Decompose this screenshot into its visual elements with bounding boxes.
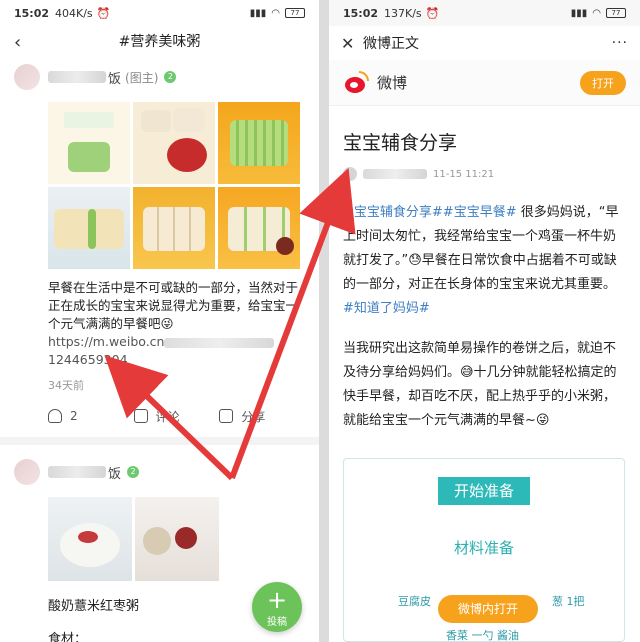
post-link[interactable]: https://m.weibo.cn bbox=[48, 333, 305, 351]
level-badge: 2 bbox=[127, 466, 140, 478]
ingredients-image[interactable] bbox=[135, 497, 219, 581]
article-text-paragraph: 当我研究出这款简单易操作的卷饼之后，就迫不及待分享给妈妈们。😅十几分钟就能轻松搞… bbox=[343, 341, 617, 428]
avatar[interactable] bbox=[14, 459, 40, 485]
status-time: 15:02 bbox=[14, 6, 50, 20]
hashtag-link[interactable]: #知道了妈妈# bbox=[343, 301, 430, 316]
battery-icon: 77 bbox=[285, 8, 305, 18]
like-button[interactable]: 2 bbox=[48, 409, 134, 423]
start-prep-badge: 开始准备 bbox=[438, 477, 530, 505]
close-icon[interactable]: ✕ bbox=[341, 34, 363, 53]
recipe-step-image[interactable] bbox=[48, 102, 130, 184]
post-time: 34天前 bbox=[48, 379, 84, 392]
status-bar: 15:02 404K/s ⏰ ▮▮▮ ◠ 77 bbox=[0, 0, 319, 26]
recipe-step-image[interactable] bbox=[133, 102, 215, 184]
username-suffix[interactable]: 饭 bbox=[108, 68, 121, 87]
avatar[interactable] bbox=[343, 167, 357, 181]
wifi-icon: ◠ bbox=[592, 7, 601, 19]
plus-icon: + bbox=[266, 586, 288, 614]
comment-button[interactable]: 评论 bbox=[133, 408, 220, 425]
signal-icon: ▮▮▮ bbox=[249, 7, 267, 19]
poster-role: (图主) bbox=[125, 70, 159, 85]
signal-icon: ▮▮▮ bbox=[570, 7, 588, 19]
material-qty: 葱 1把 bbox=[552, 595, 585, 608]
page-title: 微博正文 bbox=[363, 36, 419, 52]
share-label: 分享 bbox=[241, 409, 266, 424]
weibo-app-banner: 微博 打开 bbox=[329, 60, 640, 106]
topic-header: ‹ #营养美味粥 bbox=[0, 26, 319, 56]
left-phone-screen: 15:02 404K/s ⏰ ▮▮▮ ◠ 77 ‹ #营养美味粥 饭 (图主) … bbox=[0, 0, 319, 642]
article-body: #宝宝辅食分享##宝宝早餐# 很多妈妈说，“早上时间太匆忙，我经常给宝宝一个鸡蛋… bbox=[343, 201, 626, 433]
comment-label: 评论 bbox=[155, 409, 180, 424]
post-link-start[interactable]: https://m.weibo.cn bbox=[48, 334, 164, 349]
post-header: 饭 2 bbox=[14, 455, 305, 489]
comment-icon bbox=[133, 409, 148, 423]
hashtag-link[interactable]: #宝宝早餐# bbox=[443, 205, 517, 220]
wifi-icon: ◠ bbox=[271, 7, 280, 19]
alarm-icon: ⏰ bbox=[425, 6, 440, 20]
materials-title: 材料准备 bbox=[453, 539, 514, 557]
share-button[interactable]: 分享 bbox=[219, 408, 305, 425]
alarm-icon: ⏰ bbox=[96, 6, 111, 20]
blurred-username bbox=[48, 466, 106, 478]
status-time: 15:02 bbox=[343, 6, 379, 20]
article-topbar: ✕ 微博正文 ··· bbox=[329, 26, 640, 60]
post-separator bbox=[0, 437, 319, 445]
topic-title: #营养美味粥 bbox=[118, 34, 201, 50]
material-item: 豆腐皮 bbox=[398, 595, 431, 608]
material-item: 香菜 一勺 酱油 bbox=[446, 629, 519, 642]
back-arrow-icon[interactable]: ‹ bbox=[14, 32, 21, 53]
open-in-weibo-button[interactable]: 微博内打开 bbox=[438, 595, 538, 623]
post-text: 早餐在生活中是不可或缺的一部分，当然对于正在成长的宝宝来说显得尤为重要，给宝宝一… bbox=[48, 280, 299, 331]
blurred-link bbox=[164, 337, 275, 348]
porridge-image[interactable] bbox=[48, 497, 132, 581]
post-link-end[interactable]: 1244659304 bbox=[48, 351, 305, 369]
network-speed: 404K/s bbox=[55, 6, 93, 20]
blurred-username bbox=[48, 71, 106, 83]
open-app-button[interactable]: 打开 bbox=[580, 70, 626, 95]
feed-post[interactable]: 饭 (图主) 2 早餐在生活中是不可或缺的一部分，当然对于正在成长的宝宝来说显得… bbox=[0, 60, 319, 433]
recipe-step-image[interactable] bbox=[133, 187, 215, 269]
article-date: 11-15 11:21 bbox=[433, 168, 495, 180]
post-image-grid bbox=[48, 102, 305, 269]
fab-label: 投稿 bbox=[267, 617, 287, 628]
battery-icon: 77 bbox=[606, 8, 626, 18]
status-bar: 15:02 137K/s ⏰ ▮▮▮ ◠ 77 bbox=[329, 0, 640, 26]
hashtag-link[interactable]: #宝宝辅食分享# bbox=[343, 205, 443, 220]
post-header: 饭 (图主) 2 bbox=[14, 60, 305, 94]
post-image-grid bbox=[48, 497, 305, 581]
recipe-step-image[interactable] bbox=[48, 187, 130, 269]
level-badge: 2 bbox=[164, 71, 177, 83]
post-fab-button[interactable]: + 投稿 bbox=[252, 582, 302, 632]
share-icon bbox=[219, 409, 234, 423]
recipe-step-image[interactable] bbox=[218, 187, 300, 269]
avatar[interactable] bbox=[14, 64, 40, 90]
screen-divider bbox=[319, 0, 329, 642]
network-speed: 137K/s bbox=[384, 6, 422, 20]
weibo-logo-icon bbox=[343, 70, 369, 95]
article-title: 宝宝辅食分享 bbox=[343, 132, 458, 154]
blurred-username bbox=[363, 169, 427, 179]
weibo-brand-name: 微博 bbox=[377, 74, 408, 92]
recipe-step-image[interactable] bbox=[218, 102, 300, 184]
like-count: 2 bbox=[70, 409, 78, 423]
more-icon[interactable]: ··· bbox=[612, 35, 628, 51]
username-suffix[interactable]: 饭 bbox=[108, 463, 121, 482]
like-icon bbox=[48, 409, 62, 423]
post-actions: 2 评论 分享 bbox=[48, 399, 305, 433]
author-line: 11-15 11:21 bbox=[343, 167, 626, 181]
